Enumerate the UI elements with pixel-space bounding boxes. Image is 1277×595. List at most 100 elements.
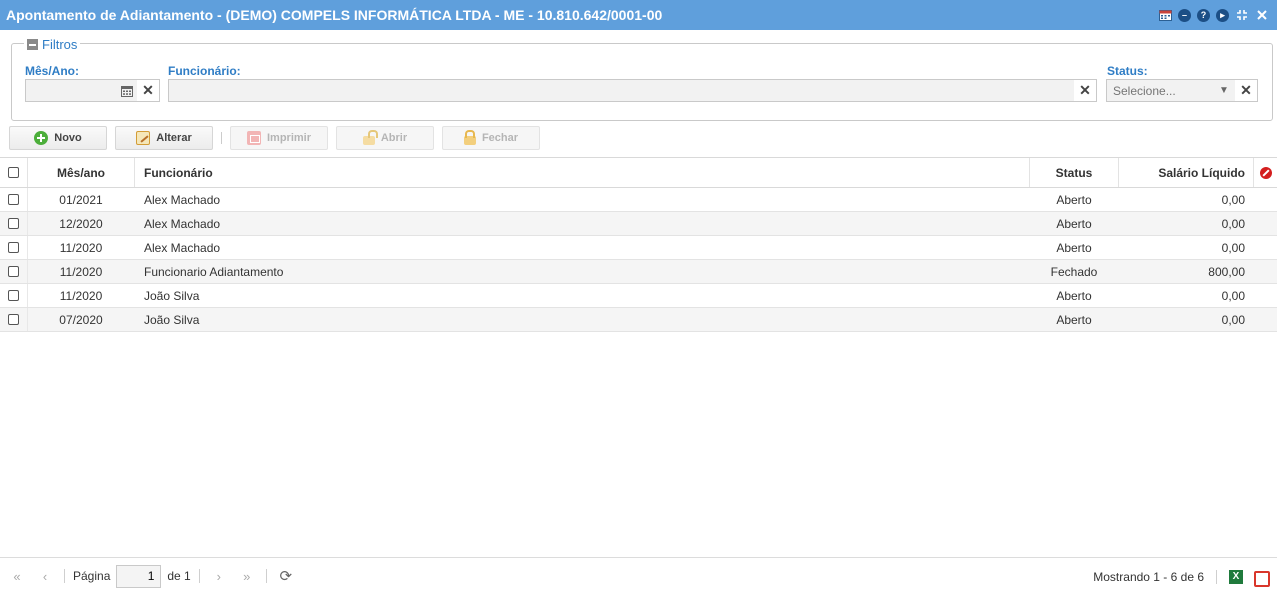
col-header-actions[interactable]	[1254, 158, 1277, 187]
pager-divider	[64, 569, 65, 583]
action-toolbar: Novo Alterar Imprimir Abrir Fechar	[9, 126, 548, 150]
imprimir-label: Imprimir	[266, 132, 311, 144]
cell-funcionario: João Silva	[144, 312, 200, 327]
clear-mes-ano-icon[interactable]: ✕	[137, 80, 159, 101]
page-label: Página	[73, 569, 111, 583]
collapse-icon[interactable]	[27, 39, 38, 50]
novo-button[interactable]: Novo	[9, 126, 107, 150]
col-header-mes-ano[interactable]: Mês/ano	[28, 158, 135, 187]
cell-salario: 0,00	[1221, 192, 1245, 207]
cell-mes-ano: 07/2020	[59, 312, 103, 327]
cell-mes-ano: 11/2020	[59, 264, 103, 279]
cell-mes-ano: 01/2021	[59, 192, 103, 207]
col-header-salario[interactable]: Salário Líquido	[1119, 158, 1254, 187]
row-checkbox[interactable]	[8, 266, 19, 277]
status-select[interactable]: ▼ ✕	[1106, 79, 1258, 102]
cell-status: Aberto	[1056, 216, 1092, 231]
refresh-icon[interactable]: ⟳	[275, 566, 297, 586]
minimize-circle-icon[interactable]: –	[1178, 8, 1191, 22]
export-excel-icon[interactable]: X	[1229, 569, 1243, 584]
edit-icon	[136, 131, 151, 145]
row-checkbox[interactable]	[8, 242, 19, 253]
close-icon[interactable]	[1255, 8, 1269, 22]
pager-divider	[1216, 569, 1217, 584]
add-icon	[34, 131, 49, 145]
table-row[interactable]: 12/2020 Alex Machado Aberto 0,00	[0, 212, 1277, 236]
filters-legend-label: Filtros	[42, 37, 78, 52]
filters-legend[interactable]: Filtros	[24, 37, 81, 52]
lock-icon	[463, 129, 476, 145]
alterar-label: Alterar	[156, 132, 192, 144]
first-page-icon[interactable]: «	[6, 566, 28, 586]
table-row[interactable]: 11/2020 Alex Machado Aberto 0,00	[0, 236, 1277, 260]
fechar-label: Fechar	[481, 132, 519, 144]
table-row[interactable]: 11/2020 João Silva Aberto 0,00	[0, 284, 1277, 308]
clear-status-icon[interactable]: ✕	[1235, 80, 1257, 101]
row-checkbox[interactable]	[8, 290, 19, 301]
funcionario-input[interactable]	[169, 80, 1074, 101]
clear-funcionario-icon[interactable]: ✕	[1074, 80, 1096, 101]
funcionario-label: Funcionário:	[168, 64, 241, 78]
cell-funcionario: Alex Machado	[144, 216, 221, 231]
cell-funcionario: João Silva	[144, 288, 200, 303]
col-header-funcionario[interactable]: Funcionário	[135, 158, 1030, 187]
mes-ano-field: ✕	[25, 79, 160, 102]
col-header-status[interactable]: Status	[1030, 158, 1119, 187]
cell-salario: 0,00	[1221, 216, 1245, 231]
row-checkbox-cell	[0, 188, 28, 211]
cell-salario: 0,00	[1221, 288, 1245, 303]
row-checkbox[interactable]	[8, 314, 19, 325]
abrir-button[interactable]: Abrir	[336, 126, 434, 150]
toolbar-divider	[221, 132, 222, 144]
window-title: Apontamento de Adiantamento - (DEMO) COM…	[6, 7, 663, 23]
last-page-icon[interactable]: »	[236, 566, 258, 586]
fechar-button[interactable]: Fechar	[442, 126, 540, 150]
table-row[interactable]: 01/2021 Alex Machado Aberto 0,00	[0, 188, 1277, 212]
page-total-label: de 1	[167, 569, 191, 583]
row-checkbox-cell	[0, 308, 28, 331]
page-number-input[interactable]	[116, 564, 162, 588]
imprimir-button[interactable]: Imprimir	[230, 126, 328, 150]
filters-panel: Filtros Mês/Ano: ✕ Funcionário: ✕ Status…	[11, 37, 1273, 121]
cell-salario: 0,00	[1221, 240, 1245, 255]
mes-ano-input[interactable]	[26, 80, 117, 101]
next-page-icon[interactable]: ›	[208, 566, 230, 586]
select-all-cell	[0, 158, 28, 187]
table-row[interactable]: 07/2020 João Silva Aberto 0,00	[0, 308, 1277, 332]
cell-funcionario: Alex Machado	[144, 240, 221, 255]
row-checkbox[interactable]	[8, 194, 19, 205]
titlebar-icons: – ? ▸	[1158, 8, 1277, 22]
help-icon[interactable]: ?	[1197, 8, 1210, 22]
pager-divider	[198, 569, 200, 583]
mes-ano-label: Mês/Ano:	[25, 64, 79, 78]
table-row[interactable]: 11/2020 Funcionario Adiantamento Fechado…	[0, 260, 1277, 284]
cell-actions	[1254, 308, 1277, 331]
select-all-checkbox[interactable]	[8, 167, 19, 178]
row-checkbox[interactable]	[8, 218, 19, 229]
export-pdf-icon[interactable]	[1253, 569, 1270, 587]
cell-actions	[1254, 188, 1277, 211]
status-input[interactable]	[1107, 80, 1213, 101]
row-checkbox-cell	[0, 260, 28, 283]
collapse-icon[interactable]	[1235, 8, 1249, 22]
cell-actions	[1254, 284, 1277, 307]
row-checkbox-cell	[0, 236, 28, 259]
pagination-bar: « ‹ Página de 1 › » ⟳ Mostrando 1 - 6 de…	[0, 557, 1277, 594]
funcionario-field: ✕	[168, 79, 1097, 102]
block-icon[interactable]	[1259, 166, 1272, 179]
cell-status: Aberto	[1056, 240, 1092, 255]
chevron-down-icon[interactable]: ▼	[1213, 80, 1235, 101]
calendar-icon[interactable]	[117, 80, 137, 101]
window-titlebar: Apontamento de Adiantamento - (DEMO) COM…	[0, 0, 1277, 30]
prev-page-icon[interactable]: ‹	[34, 566, 56, 586]
grid-header: Mês/ano Funcionário Status Salário Líqui…	[0, 157, 1277, 188]
records-summary: Mostrando 1 - 6 de 6	[1093, 569, 1204, 584]
play-icon[interactable]: ▸	[1216, 8, 1229, 22]
cell-mes-ano: 11/2020	[59, 240, 103, 255]
alterar-button[interactable]: Alterar	[115, 126, 213, 150]
novo-label: Novo	[54, 132, 82, 144]
cell-funcionario: Alex Machado	[144, 192, 221, 207]
cell-funcionario: Funcionario Adiantamento	[144, 264, 284, 279]
data-grid: Mês/ano Funcionário Status Salário Líqui…	[0, 157, 1277, 332]
calendar-icon[interactable]	[1158, 8, 1172, 22]
